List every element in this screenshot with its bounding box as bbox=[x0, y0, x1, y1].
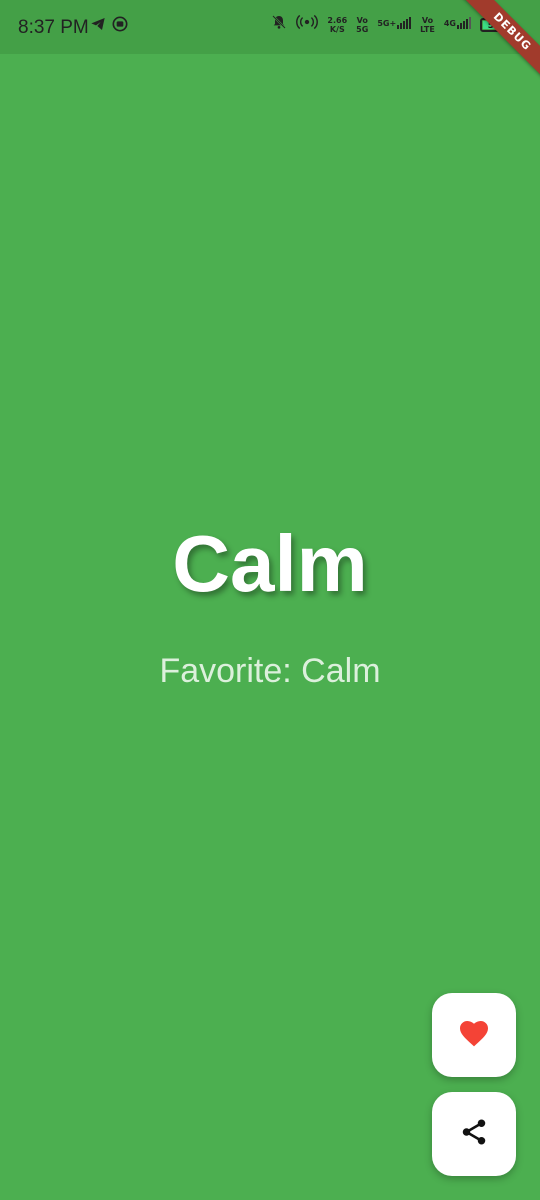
heart-icon bbox=[458, 1018, 490, 1053]
notification-icons bbox=[90, 16, 128, 37]
mood-screen: Calm Favorite: Calm bbox=[0, 54, 540, 1200]
status-time: 8:37 PM bbox=[18, 17, 89, 38]
hotspot-icon bbox=[296, 14, 319, 35]
signal-icon bbox=[397, 16, 412, 34]
telegram-icon bbox=[90, 16, 106, 37]
favorite-label: Favorite: Calm bbox=[159, 652, 381, 690]
mood-title: Calm bbox=[172, 519, 368, 608]
share-icon bbox=[459, 1117, 489, 1152]
sim1-volte: Vo 5G bbox=[356, 15, 369, 34]
net-speed: 2.66 K/S bbox=[327, 15, 348, 34]
favorite-button[interactable] bbox=[432, 993, 516, 1077]
share-button[interactable] bbox=[432, 1092, 516, 1176]
sim1-signal: 5G+ bbox=[377, 16, 412, 34]
bell-off-icon bbox=[271, 14, 287, 35]
youtube-icon bbox=[112, 16, 128, 37]
